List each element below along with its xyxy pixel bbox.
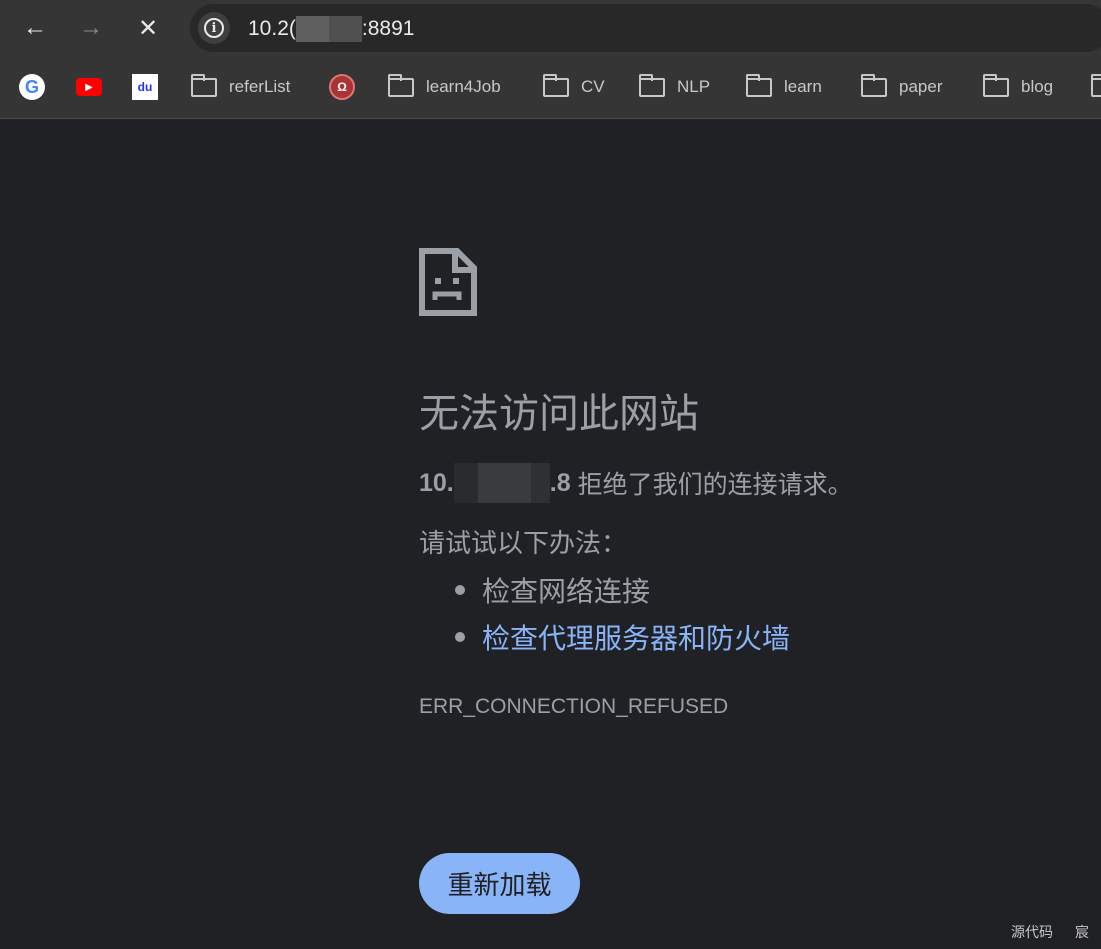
- bookmark-folder[interactable]: referList: [191, 73, 290, 100]
- bookmark-folder[interactable]: learn: [746, 73, 822, 100]
- folder-icon: [861, 73, 887, 97]
- reload-button[interactable]: 重新加载: [419, 853, 580, 914]
- bookmarks-bar: G ▶ du referList Ω learn4Job CV NLP lear…: [0, 56, 1101, 119]
- folder-icon: [639, 73, 665, 97]
- forward-button[interactable]: →: [75, 12, 107, 44]
- folder-icon: [746, 73, 772, 97]
- suggestions-list: 检查网络连接 检查代理服务器和防火墙: [455, 566, 790, 660]
- folder-icon: [543, 73, 569, 97]
- address-bar[interactable]: i 10.2(:8891: [190, 4, 1101, 52]
- bookmark-folder[interactable]: NLP: [639, 73, 710, 100]
- url-text: 10.2(:8891: [248, 16, 415, 42]
- footer-extra-label: 宸: [1075, 924, 1089, 940]
- bookmark-folder-overflow[interactable]: [1091, 73, 1101, 100]
- suggestion-check-proxy-link[interactable]: 检查代理服务器和防火墙: [455, 613, 790, 660]
- bookmark-railway[interactable]: Ω: [329, 74, 355, 100]
- view-source-label[interactable]: 源代码: [1011, 922, 1053, 942]
- error-message: 10. .8 拒绝了我们的连接请求。: [419, 463, 853, 503]
- bookmark-folder[interactable]: paper: [861, 73, 942, 100]
- youtube-icon: ▶: [76, 78, 102, 96]
- redacted-block: [453, 463, 550, 503]
- error-code: ERR_CONNECTION_REFUSED: [419, 695, 729, 718]
- info-icon: i: [204, 18, 224, 38]
- bookmark-google[interactable]: G: [19, 74, 45, 100]
- railway-icon: Ω: [329, 74, 355, 100]
- baidu-icon: du: [132, 74, 158, 100]
- suggestion-check-network: 检查网络连接: [455, 566, 790, 613]
- google-icon: G: [19, 74, 45, 100]
- bookmark-folder[interactable]: CV: [543, 73, 605, 100]
- folder-icon: [191, 73, 217, 97]
- bookmark-folder[interactable]: blog: [983, 73, 1053, 100]
- bookmark-baidu[interactable]: du: [132, 74, 158, 100]
- bookmark-youtube[interactable]: ▶: [76, 74, 102, 100]
- stop-button[interactable]: ✕: [132, 12, 164, 44]
- folder-icon: [388, 73, 414, 97]
- back-button[interactable]: ←: [19, 12, 51, 44]
- site-info-button[interactable]: i: [198, 12, 230, 44]
- sad-page-icon: [419, 248, 477, 316]
- bookmark-folder[interactable]: learn4Job: [388, 73, 501, 100]
- redacted-block: [295, 16, 362, 42]
- folder-icon: [1091, 73, 1101, 97]
- suggestions-label: 请试试以下办法：: [419, 528, 628, 558]
- browser-toolbar: ← → ✕ i 10.2(:8891: [0, 0, 1101, 56]
- folder-icon: [983, 73, 1009, 97]
- error-title: 无法访问此网站: [419, 392, 699, 436]
